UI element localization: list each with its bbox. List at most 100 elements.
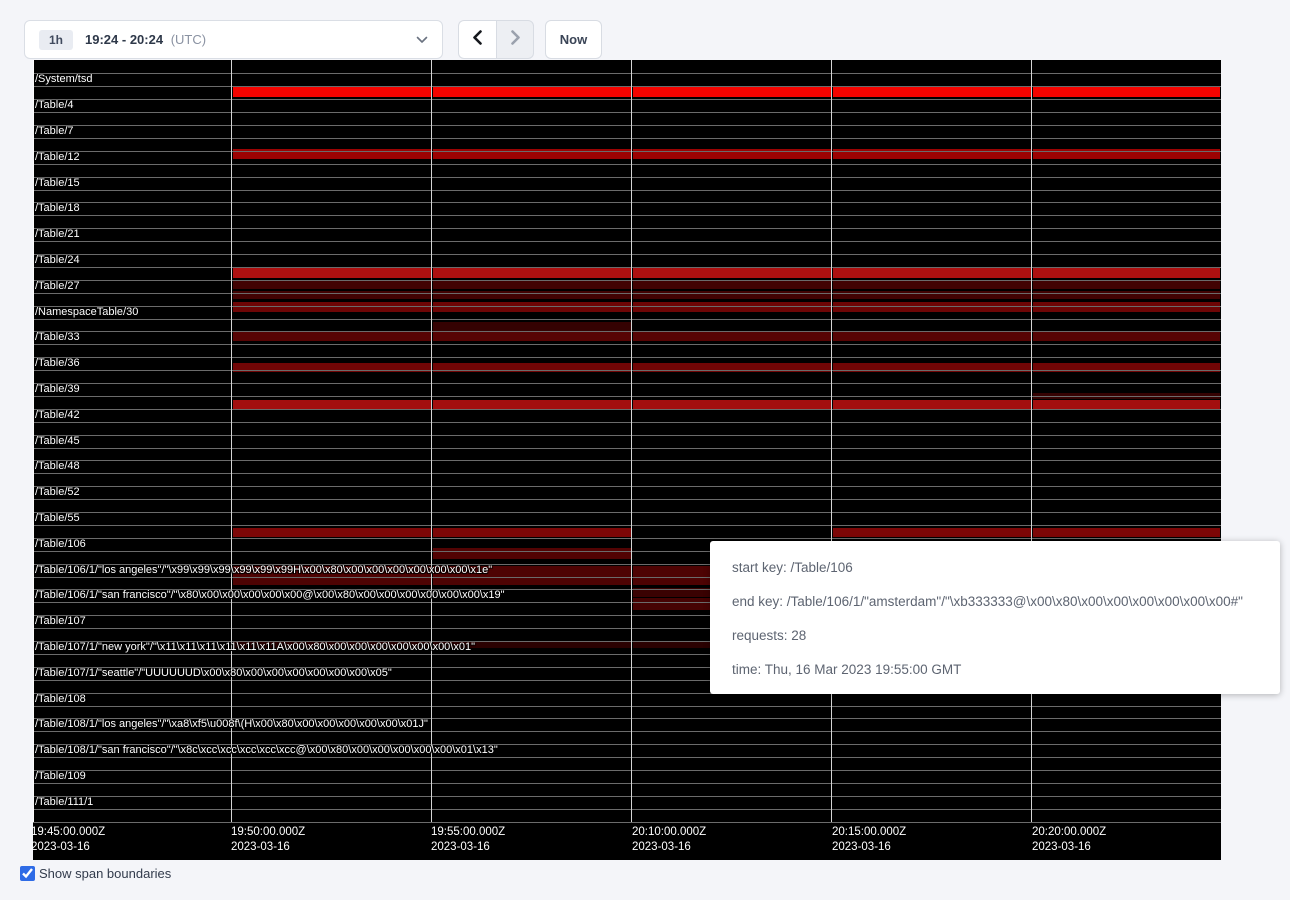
heatmap-band[interactable] [1033, 86, 1220, 97]
tooltip-start-key: start key: /Table/106 [732, 560, 1258, 575]
span-boundary-line [33, 331, 1221, 332]
row-label: /Table/36 [35, 356, 80, 370]
row-label: /Table/18 [35, 201, 80, 215]
x-tick-date: 2023-03-16 [832, 840, 906, 855]
span-boundary-line [33, 151, 1221, 152]
span-boundary-line [33, 112, 1221, 113]
row-label: /Table/42 [35, 408, 80, 422]
heatmap-band[interactable] [433, 281, 631, 289]
x-axis-tick: 20:10:00.000Z2023-03-16 [632, 825, 706, 855]
tooltip-requests: requests: 28 [732, 628, 1258, 643]
heatmap-band[interactable] [833, 86, 1031, 97]
heatmap-band[interactable] [233, 302, 431, 312]
heatmap-band[interactable] [1033, 268, 1220, 278]
time-column-line [231, 60, 232, 822]
time-column-line [1031, 60, 1032, 822]
row-label: /Table/107 [35, 614, 86, 628]
heatmap-band[interactable] [1033, 332, 1220, 341]
row-label: /Table/45 [35, 434, 80, 448]
row-label: /Table/52 [35, 485, 80, 499]
heatmap-band[interactable] [433, 268, 631, 278]
chevron-right-icon [509, 30, 522, 50]
heatmap-band[interactable] [433, 322, 631, 331]
time-range-value: 19:24 - 20:24 [85, 32, 163, 47]
span-boundary-line [33, 383, 1221, 384]
row-label: /Table/33 [35, 330, 80, 344]
span-boundary-line [33, 357, 1221, 358]
x-tick-time: 19:50:00.000Z [231, 825, 305, 840]
heatmap-band[interactable] [233, 332, 431, 341]
heatmap-band[interactable] [233, 86, 431, 97]
span-boundary-line [33, 499, 1221, 500]
time-nav-group [458, 20, 534, 59]
heatmap-band[interactable] [833, 332, 1031, 341]
span-boundary-line [33, 202, 1221, 203]
heatmap-band[interactable] [633, 302, 831, 312]
chevron-down-icon [416, 36, 428, 44]
x-tick-time: 19:45:00.000Z [31, 825, 105, 840]
span-boundary-line [33, 280, 1221, 281]
heatmap-band[interactable] [633, 268, 831, 278]
heatmap-band[interactable] [433, 528, 631, 537]
heatmap-band[interactable] [433, 302, 631, 312]
span-boundary-line [33, 99, 1221, 100]
heatmap-band[interactable] [833, 528, 1031, 537]
span-boundary-line [33, 228, 1221, 229]
now-button[interactable]: Now [545, 20, 602, 59]
heatmap-band[interactable] [1033, 302, 1220, 312]
span-boundary-line [33, 822, 1221, 823]
heatmap-band[interactable] [233, 268, 431, 278]
time-range-label: 19:24 - 20:24 (UTC) [85, 32, 206, 47]
duration-badge: 1h [39, 30, 73, 50]
span-boundary-line [33, 125, 1221, 126]
heatmap-band[interactable] [433, 86, 631, 97]
heatmap-band[interactable] [233, 281, 431, 289]
next-time-button[interactable] [496, 20, 534, 59]
row-label: /Table/107/1/"new york"/"\x11\x11\x11\x1… [35, 640, 475, 654]
row-label: /NamespaceTable/30 [35, 305, 138, 319]
show-span-boundaries-label: Show span boundaries [39, 866, 171, 881]
show-span-boundaries-checkbox[interactable] [20, 866, 35, 881]
span-boundary-line [33, 512, 1221, 513]
span-boundary-line [33, 73, 1221, 74]
x-tick-time: 20:10:00.000Z [632, 825, 706, 840]
span-boundary-line [33, 460, 1221, 461]
span-boundary-line [33, 306, 1221, 307]
heatmap-band[interactable] [433, 548, 631, 559]
span-boundary-line [33, 706, 1221, 707]
span-boundary-line [33, 473, 1221, 474]
heatmap[interactable]: /System/tsd/Table/4/Table/7/Table/12/Tab… [33, 60, 1221, 860]
span-boundary-line [33, 164, 1221, 165]
x-tick-date: 2023-03-16 [1032, 840, 1106, 855]
span-boundary-line [33, 190, 1221, 191]
time-column-line [831, 60, 832, 822]
time-column-line [431, 60, 432, 822]
span-boundary-line [33, 486, 1221, 487]
x-tick-time: 20:15:00.000Z [832, 825, 906, 840]
heatmap-band[interactable] [433, 332, 631, 341]
span-boundary-line [33, 370, 1221, 371]
heatmap-band[interactable] [633, 332, 831, 341]
heatmap-band[interactable] [633, 281, 831, 289]
heatmap-band[interactable] [833, 302, 1031, 312]
span-boundary-line [33, 731, 1221, 732]
heatmap-band[interactable] [1033, 281, 1220, 289]
span-boundary-line [33, 177, 1221, 178]
heatmap-band[interactable] [833, 268, 1031, 278]
row-label: /Table/106 [35, 537, 86, 551]
toolbar: 1h 19:24 - 20:24 (UTC) Now [0, 0, 1290, 60]
span-boundary-line [33, 435, 1221, 436]
x-axis-tick: 19:50:00.000Z2023-03-16 [231, 825, 305, 855]
heatmap-band[interactable] [833, 281, 1031, 289]
heatmap-band[interactable] [1033, 528, 1220, 537]
heatmap-band[interactable] [233, 528, 431, 537]
row-label: /Table/111/1 [35, 795, 93, 809]
x-tick-date: 2023-03-16 [632, 840, 706, 855]
heatmap-band[interactable] [633, 86, 831, 97]
tooltip-time: time: Thu, 16 Mar 2023 19:55:00 GMT [732, 662, 1258, 677]
prev-time-button[interactable] [458, 20, 496, 59]
x-tick-time: 19:55:00.000Z [431, 825, 505, 840]
span-boundary-line [33, 293, 1221, 294]
time-range-select[interactable]: 1h 19:24 - 20:24 (UTC) [24, 20, 443, 59]
tooltip-end-key: end key: /Table/106/1/"amsterdam"/"\xb33… [732, 594, 1258, 609]
